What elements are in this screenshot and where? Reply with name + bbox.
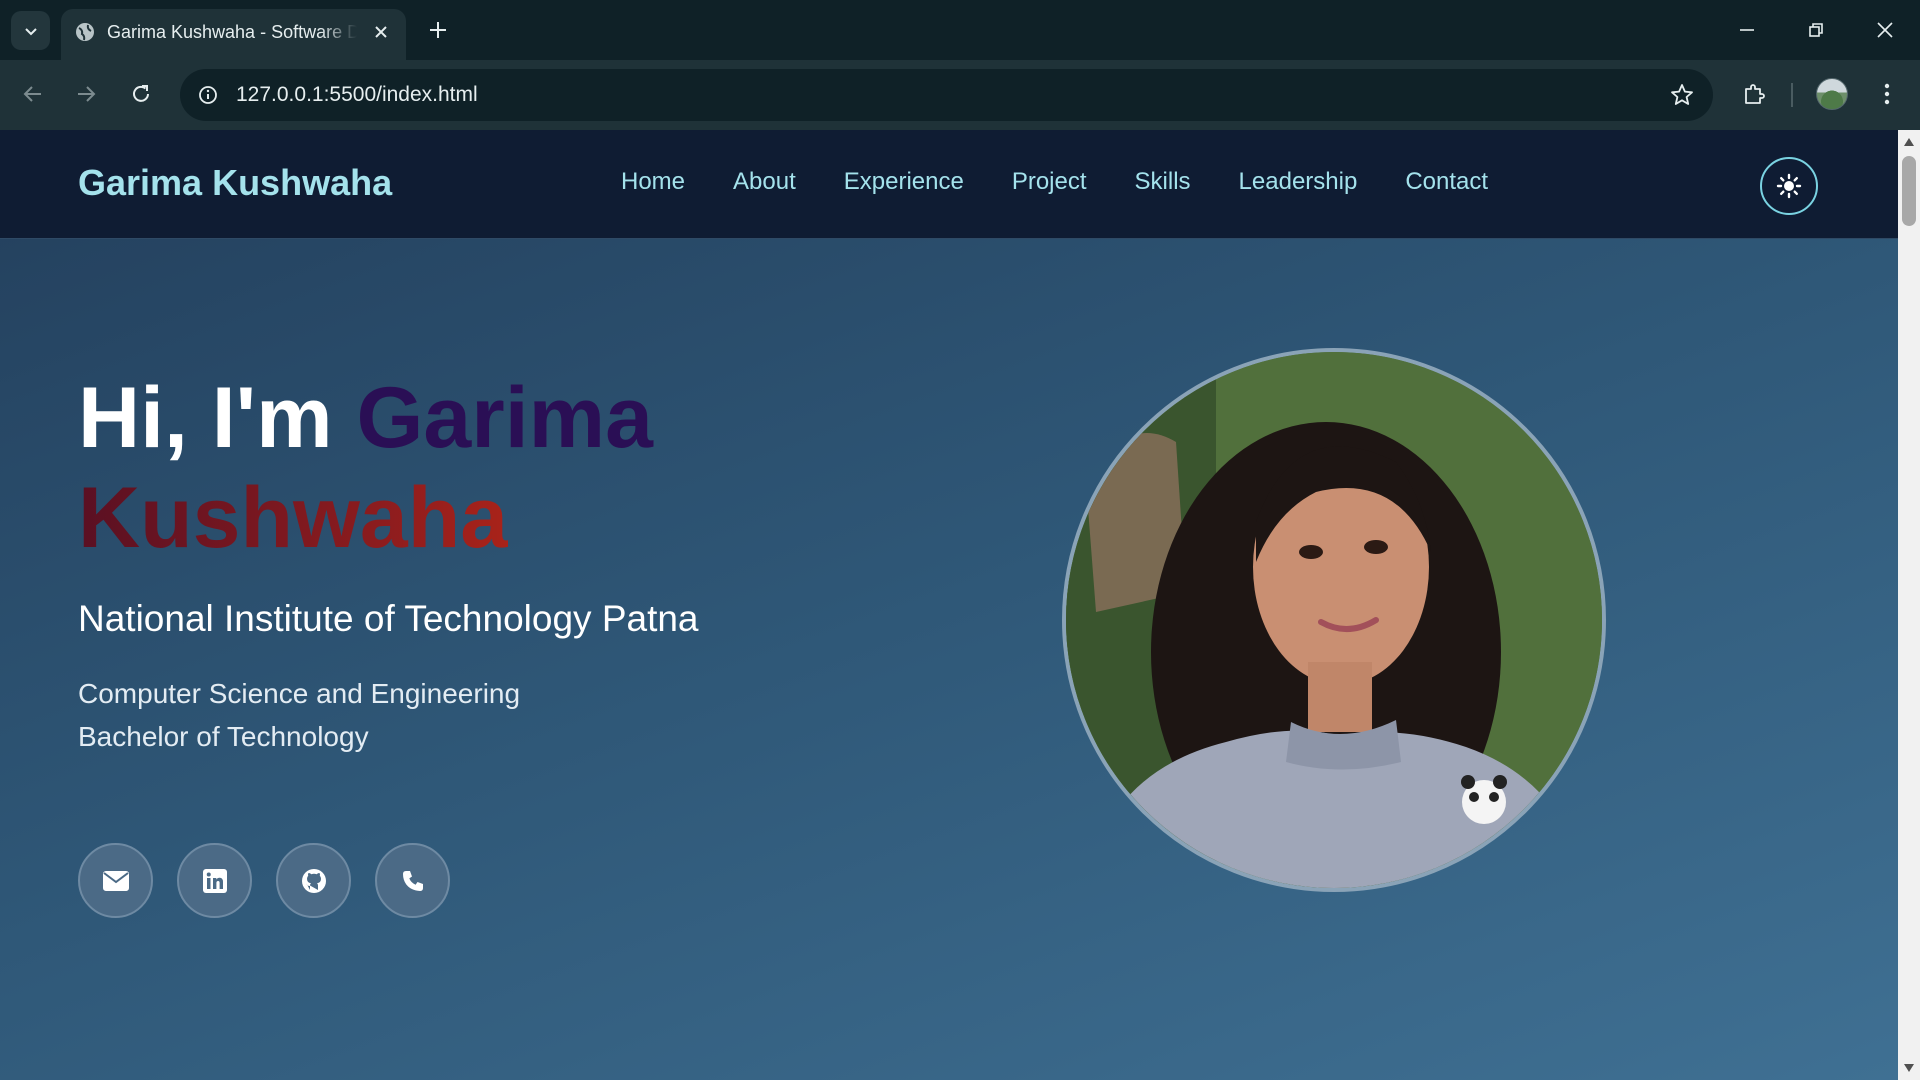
scroll-up-arrow[interactable] [1903, 136, 1915, 148]
page-scrollbar[interactable] [1898, 130, 1920, 1080]
scroll-thumb[interactable] [1902, 156, 1916, 226]
triangle-down-icon [1904, 1064, 1914, 1072]
nav-link-project[interactable]: Project [1012, 168, 1087, 196]
nav-link-contact[interactable]: Contact [1405, 168, 1488, 196]
github-link[interactable] [276, 843, 351, 918]
hero-greeting: Hi, I'm [78, 370, 333, 466]
close-icon [375, 26, 387, 38]
triangle-up-icon [1904, 138, 1914, 146]
site-brand[interactable]: Garima Kushwaha [78, 162, 392, 204]
profile-avatar[interactable] [1816, 78, 1848, 110]
scroll-down-arrow[interactable] [1903, 1062, 1915, 1074]
site-navbar: Garima Kushwaha Home About Experience Pr… [0, 130, 1898, 239]
hero-last-name: Kushwaha [78, 470, 509, 566]
linkedin-icon [202, 868, 227, 893]
tab-close-button[interactable] [368, 19, 394, 45]
phone-link[interactable] [375, 843, 450, 918]
email-link[interactable] [78, 843, 153, 918]
url-text: 127.0.0.1:5500/index.html [236, 83, 478, 106]
browser-menu-button[interactable] [1867, 74, 1907, 114]
toolbar-separator [1791, 83, 1793, 107]
theme-toggle-button[interactable] [1760, 157, 1818, 215]
globe-icon [76, 23, 94, 41]
address-bar[interactable]: 127.0.0.1:5500/index.html [180, 69, 1713, 121]
tab-title: Garima Kushwaha - Software Developer [107, 22, 357, 42]
hero-department: Computer Science and Engineering [78, 678, 521, 709]
puzzle-icon [1745, 84, 1765, 104]
reload-icon [133, 85, 149, 102]
hero-degree: Bachelor of Technology [78, 721, 369, 752]
more-vertical-icon [1884, 83, 1890, 105]
github-icon [301, 868, 326, 893]
browser-tab-active[interactable]: Garima Kushwaha - Software Developer [61, 9, 406, 60]
arrow-right-icon [78, 86, 96, 102]
forward-button[interactable] [66, 74, 106, 114]
hero-heading: Hi, I'm Garima [78, 368, 653, 468]
arrow-left-icon [23, 86, 41, 102]
extensions-button[interactable] [1734, 74, 1774, 114]
restore-button[interactable] [1791, 8, 1841, 52]
browser-toolbar: 127.0.0.1:5500/index.html [0, 60, 1920, 130]
nav-link-home[interactable]: Home [621, 168, 685, 196]
restore-icon [1809, 23, 1823, 37]
browser-tab-strip: Garima Kushwaha - Software Developer [0, 0, 1920, 60]
nav-link-skills[interactable]: Skills [1135, 168, 1191, 196]
info-icon [199, 86, 217, 104]
hero-institute: National Institute of Technology Patna [78, 598, 699, 639]
back-button[interactable] [13, 74, 53, 114]
minimize-button[interactable] [1722, 8, 1772, 52]
hero-first-name: Garima [356, 370, 653, 466]
tab-search-button[interactable] [11, 11, 50, 50]
profile-photo-illustration [1066, 352, 1602, 888]
sun-icon [1776, 173, 1802, 199]
linkedin-link[interactable] [177, 843, 252, 918]
nav-link-about[interactable]: About [733, 168, 796, 196]
site-info-button[interactable] [192, 79, 224, 111]
plus-icon [430, 22, 446, 38]
star-icon [1671, 84, 1693, 105]
reload-button[interactable] [121, 74, 161, 114]
page-viewport: Garima Kushwaha Home About Experience Pr… [0, 130, 1898, 1080]
profile-photo [1062, 348, 1606, 892]
nav-link-experience[interactable]: Experience [844, 168, 964, 196]
phone-icon [402, 870, 423, 891]
envelope-icon [102, 870, 129, 891]
nav-link-leadership[interactable]: Leadership [1239, 168, 1358, 196]
close-window-button[interactable] [1860, 8, 1910, 52]
bookmark-button[interactable] [1667, 80, 1697, 110]
close-icon [1877, 22, 1893, 38]
nav-menu: Home About Experience Project Skills Lea… [621, 168, 1536, 196]
minimize-icon [1740, 29, 1754, 31]
chevron-down-icon [24, 27, 37, 35]
new-tab-button[interactable] [422, 14, 454, 46]
